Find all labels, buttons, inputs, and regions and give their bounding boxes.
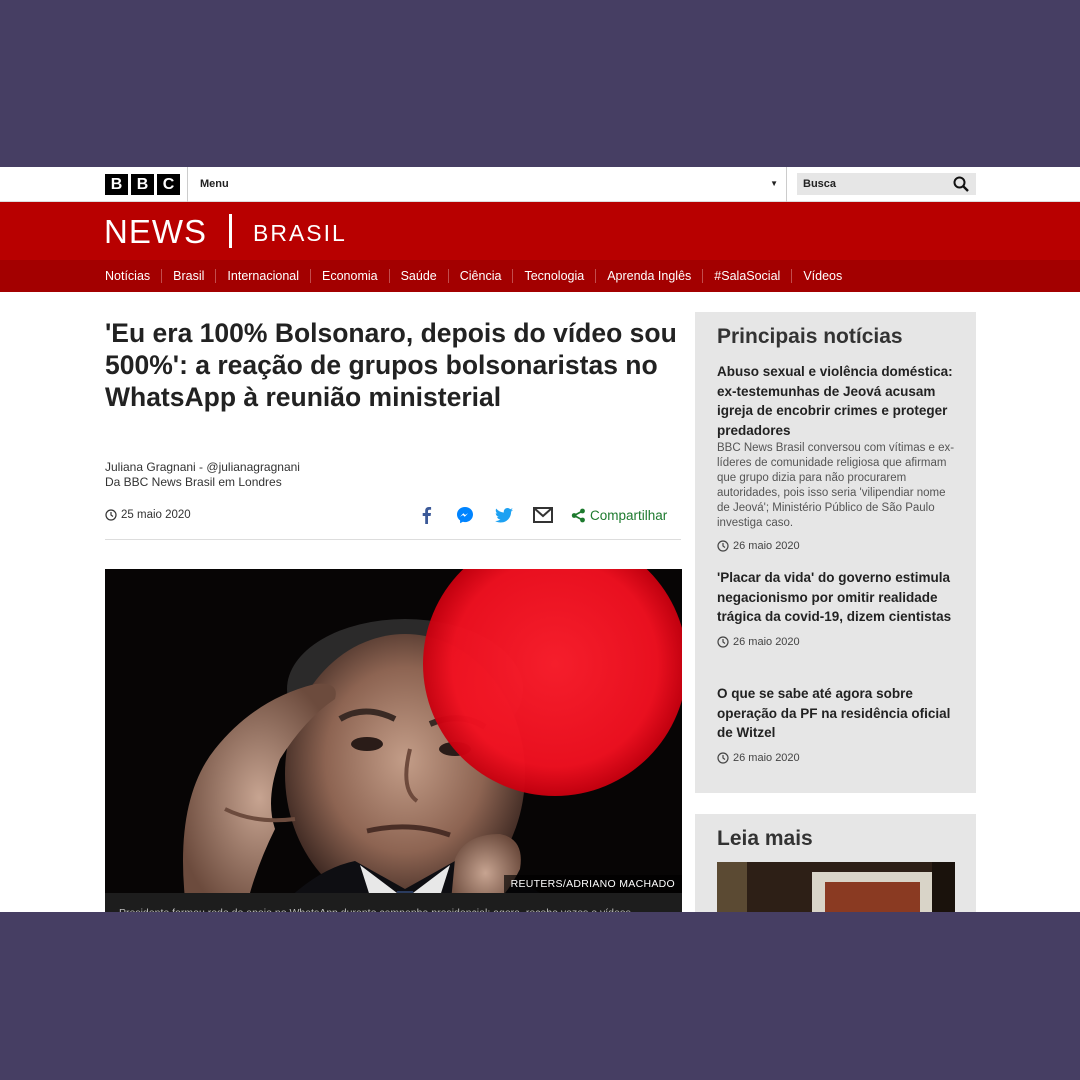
twitter-share-button[interactable]	[493, 504, 515, 526]
nav-item-tecnologia[interactable]: Tecnologia	[512, 269, 595, 283]
read-more-thumbnail[interactable]	[717, 862, 955, 912]
messenger-icon	[457, 507, 473, 524]
article-headline: 'Eu era 100% Bolsonaro, depois do vídeo …	[105, 318, 677, 412]
nav-item-internacional[interactable]: Internacional	[215, 269, 310, 283]
email-share-button[interactable]	[532, 504, 554, 526]
facebook-icon	[422, 507, 432, 524]
nav-item-economia[interactable]: Economia	[310, 269, 389, 283]
article-meta-row: 25 maio 2020 Compartilhar	[105, 502, 681, 540]
bbc-logo-letter: B	[131, 174, 154, 195]
clock-icon	[105, 509, 117, 521]
share-label: Compartilhar	[590, 507, 668, 523]
photo-caption: Presidente formou rede de apoio no Whats…	[105, 893, 682, 912]
share-icon	[571, 508, 585, 522]
chevron-down-icon: ▼	[770, 179, 778, 188]
story-summary: BBC News Brasil conversou com vítimas e …	[717, 442, 955, 529]
bbc-logo-letter: C	[157, 174, 180, 195]
brand-divider	[229, 214, 232, 248]
read-more-thumbnail-artwork	[717, 862, 955, 912]
search-icon[interactable]	[952, 175, 970, 193]
bbc-logo-letter: B	[105, 174, 128, 195]
messenger-share-button[interactable]	[454, 504, 476, 526]
article-date-text: 25 maio 2020	[121, 509, 191, 521]
story-title-link[interactable]: Abuso sexual e violência doméstica: ex-t…	[717, 362, 957, 440]
facebook-share-button[interactable]	[415, 504, 437, 526]
nav-item-ciencia[interactable]: Ciência	[447, 269, 513, 283]
read-more-title: Leia mais	[717, 827, 813, 850]
author-location: Da BBC News Brasil em Londres	[105, 475, 282, 489]
story-date: 26 maio 2020	[717, 540, 957, 552]
top-story-item[interactable]: Abuso sexual e violência doméstica: ex-t…	[717, 362, 957, 552]
search-input[interactable]: Busca	[797, 173, 976, 195]
edition-name[interactable]: BRASIL	[253, 220, 347, 247]
twitter-icon	[495, 507, 513, 523]
story-date-text: 26 maio 2020	[733, 751, 800, 764]
read-more-panel: Leia mais	[695, 814, 976, 912]
email-icon	[533, 507, 553, 523]
menu-button[interactable]: Menu ▼	[187, 167, 787, 202]
share-bar: Compartilhar	[415, 504, 667, 526]
story-date-text: 26 maio 2020	[733, 635, 800, 648]
story-date-text: 26 maio 2020	[733, 540, 800, 552]
article-date: 25 maio 2020	[105, 509, 191, 521]
web-page: B B C Menu ▼ Busca NEWS BRASIL Notícias …	[0, 167, 1080, 912]
nav-item-brasil[interactable]: Brasil	[161, 269, 215, 283]
bbc-logo[interactable]: B B C	[105, 174, 180, 195]
menu-label: Menu	[200, 178, 229, 190]
byline: Juliana Gragnani - @julianagragnani Da B…	[105, 460, 300, 490]
photo-credit: REUTERS/ADRIANO MACHADO	[503, 875, 682, 893]
story-title-link[interactable]: O que se sabe até agora sobre operação d…	[717, 684, 957, 743]
top-stories-title: Principais notícias	[717, 325, 903, 348]
author-name: Juliana Gragnani - @julianagragnani	[105, 460, 300, 474]
top-story-item[interactable]: 'Placar da vida' do governo estimula neg…	[717, 568, 957, 648]
section-nav: Notícias Brasil Internacional Economia S…	[0, 260, 1080, 292]
top-story-item[interactable]: O que se sabe até agora sobre operação d…	[717, 684, 957, 764]
nav-item-videos[interactable]: Vídeos	[791, 269, 853, 283]
lead-image-artwork	[105, 569, 682, 912]
story-date: 26 maio 2020	[717, 752, 957, 764]
news-brand-header: NEWS BRASIL	[0, 202, 1080, 260]
story-title-link[interactable]: 'Placar da vida' do governo estimula neg…	[717, 568, 957, 627]
search-label: Busca	[803, 178, 837, 190]
news-logo[interactable]: NEWS	[104, 213, 207, 251]
nav-item-aprenda-ingles[interactable]: Aprenda Inglês	[595, 269, 702, 283]
clock-icon	[717, 540, 729, 552]
clock-icon	[717, 751, 729, 764]
share-button[interactable]: Compartilhar	[571, 508, 667, 523]
nav-item-salasocial[interactable]: #SalaSocial	[702, 269, 791, 283]
lead-image: REUTERS/ADRIANO MACHADO Presidente formo…	[105, 569, 682, 912]
clock-icon	[717, 635, 729, 648]
story-date: 26 maio 2020	[717, 636, 957, 648]
bbc-top-bar: B B C Menu ▼ Busca	[0, 167, 1080, 202]
nav-item-noticias[interactable]: Notícias	[105, 269, 161, 283]
nav-item-saude[interactable]: Saúde	[388, 269, 448, 283]
top-stories-panel: Principais notícias Abuso sexual e violê…	[695, 312, 976, 793]
